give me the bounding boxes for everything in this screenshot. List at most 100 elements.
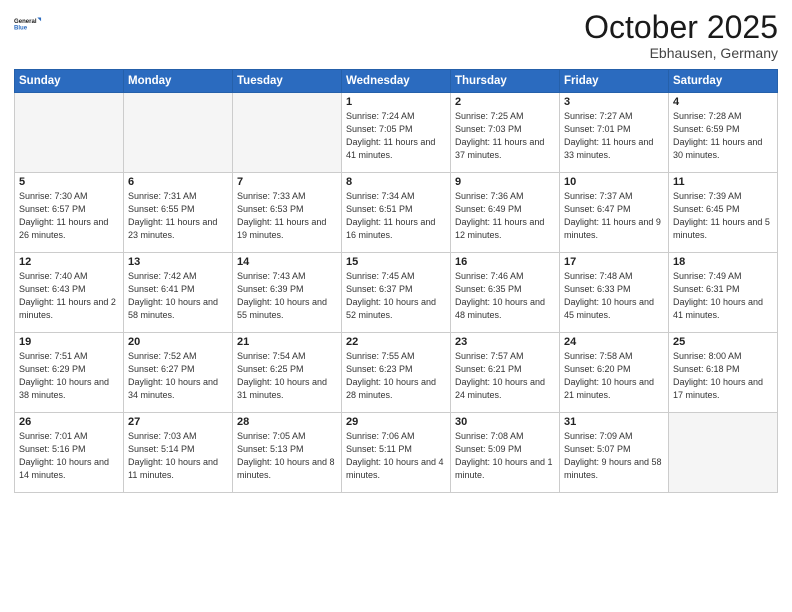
- day-number-9: 9: [455, 176, 555, 188]
- day-number-7: 7: [237, 176, 337, 188]
- cell-w5-d7: [669, 413, 778, 493]
- day-number-5: 5: [19, 176, 119, 188]
- page: GeneralBlue October 2025 Ebhausen, Germa…: [0, 0, 792, 612]
- day-number-16: 16: [455, 256, 555, 268]
- day-info-31: Sunrise: 7:09 AM Sunset: 5:07 PM Dayligh…: [564, 430, 664, 482]
- day-number-24: 24: [564, 336, 664, 348]
- day-info-4: Sunrise: 7:28 AM Sunset: 6:59 PM Dayligh…: [673, 110, 773, 162]
- location: Ebhausen, Germany: [584, 45, 778, 61]
- day-info-1: Sunrise: 7:24 AM Sunset: 7:05 PM Dayligh…: [346, 110, 446, 162]
- cell-w3-d5: 16 Sunrise: 7:46 AM Sunset: 6:35 PM Dayli…: [451, 253, 560, 333]
- cell-w2-d6: 10 Sunrise: 7:37 AM Sunset: 6:47 PM Dayli…: [560, 173, 669, 253]
- cell-w4-d5: 23 Sunrise: 7:57 AM Sunset: 6:21 PM Dayli…: [451, 333, 560, 413]
- day-info-6: Sunrise: 7:31 AM Sunset: 6:55 PM Dayligh…: [128, 190, 228, 242]
- day-info-21: Sunrise: 7:54 AM Sunset: 6:25 PM Dayligh…: [237, 350, 337, 402]
- day-number-3: 3: [564, 96, 664, 108]
- day-number-18: 18: [673, 256, 773, 268]
- day-info-19: Sunrise: 7:51 AM Sunset: 6:29 PM Dayligh…: [19, 350, 119, 402]
- day-info-27: Sunrise: 7:03 AM Sunset: 5:14 PM Dayligh…: [128, 430, 228, 482]
- week-row-4: 19 Sunrise: 7:51 AM Sunset: 6:29 PM Dayli…: [15, 333, 778, 413]
- cell-w2-d4: 8 Sunrise: 7:34 AM Sunset: 6:51 PM Daylig…: [342, 173, 451, 253]
- cell-w4-d3: 21Sunrise: 7:54 AM Sunset: 6:25 PM Dayli…: [233, 333, 342, 413]
- day-info-10: Sunrise: 7:37 AM Sunset: 6:47 PM Dayligh…: [564, 190, 664, 242]
- day-info-8: Sunrise: 7:34 AM Sunset: 6:51 PM Dayligh…: [346, 190, 446, 242]
- cell-w3-d6: 17Sunrise: 7:48 AM Sunset: 6:33 PM Dayli…: [560, 253, 669, 333]
- day-number-8: 8: [346, 176, 446, 188]
- day-info-29: Sunrise: 7:06 AM Sunset: 5:11 PM Dayligh…: [346, 430, 446, 482]
- day-info-30: Sunrise: 7:08 AM Sunset: 5:09 PM Dayligh…: [455, 430, 555, 482]
- cell-w2-d7: 11Sunrise: 7:39 AM Sunset: 6:45 PM Dayli…: [669, 173, 778, 253]
- header-friday: Friday: [560, 70, 669, 93]
- day-number-1: 1: [346, 96, 446, 108]
- day-info-28: Sunrise: 7:05 AM Sunset: 5:13 PM Dayligh…: [237, 430, 337, 482]
- header-thursday: Thursday: [451, 70, 560, 93]
- logo: GeneralBlue: [14, 10, 42, 38]
- day-info-26: Sunrise: 7:01 AM Sunset: 5:16 PM Dayligh…: [19, 430, 119, 482]
- header-monday: Monday: [124, 70, 233, 93]
- cell-w5-d4: 29 Sunrise: 7:06 AM Sunset: 5:11 PM Dayli…: [342, 413, 451, 493]
- cell-w3-d7: 18 Sunrise: 7:49 AM Sunset: 6:31 PM Dayli…: [669, 253, 778, 333]
- cell-w1-d2: [124, 93, 233, 173]
- day-info-13: Sunrise: 7:42 AM Sunset: 6:41 PM Dayligh…: [128, 270, 228, 322]
- day-number-31: 31: [564, 416, 664, 428]
- cell-w1-d4: 1 Sunrise: 7:24 AM Sunset: 7:05 PM Daylig…: [342, 93, 451, 173]
- header-sunday: Sunday: [15, 70, 124, 93]
- header-saturday: Saturday: [669, 70, 778, 93]
- day-number-30: 30: [455, 416, 555, 428]
- svg-text:General: General: [14, 19, 37, 25]
- day-info-9: Sunrise: 7:36 AM Sunset: 6:49 PM Dayligh…: [455, 190, 555, 242]
- cell-w3-d4: 15 Sunrise: 7:45 AM Sunset: 6:37 PM Dayli…: [342, 253, 451, 333]
- day-number-20: 20: [128, 336, 228, 348]
- day-info-24: Sunrise: 7:58 AM Sunset: 6:20 PM Dayligh…: [564, 350, 664, 402]
- cell-w2-d2: 6 Sunrise: 7:31 AM Sunset: 6:55 PM Daylig…: [124, 173, 233, 253]
- day-number-26: 26: [19, 416, 119, 428]
- calendar-table: Sunday Monday Tuesday Wednesday Thursday…: [14, 69, 778, 493]
- cell-w2-d3: 7 Sunrise: 7:33 AM Sunset: 6:53 PM Daylig…: [233, 173, 342, 253]
- day-number-6: 6: [128, 176, 228, 188]
- day-info-23: Sunrise: 7:57 AM Sunset: 6:21 PM Dayligh…: [455, 350, 555, 402]
- header-wednesday: Wednesday: [342, 70, 451, 93]
- svg-text:Blue: Blue: [14, 26, 28, 32]
- cell-w4-d2: 20 Sunrise: 7:52 AM Sunset: 6:27 PM Dayli…: [124, 333, 233, 413]
- week-row-5: 26 Sunrise: 7:01 AM Sunset: 5:16 PM Dayli…: [15, 413, 778, 493]
- cell-w3-d2: 13 Sunrise: 7:42 AM Sunset: 6:41 PM Dayli…: [124, 253, 233, 333]
- day-number-4: 4: [673, 96, 773, 108]
- cell-w4-d6: 24 Sunrise: 7:58 AM Sunset: 6:20 PM Dayli…: [560, 333, 669, 413]
- cell-w1-d1: [15, 93, 124, 173]
- cell-w5-d3: 28Sunrise: 7:05 AM Sunset: 5:13 PM Dayli…: [233, 413, 342, 493]
- day-info-2: Sunrise: 7:25 AM Sunset: 7:03 PM Dayligh…: [455, 110, 555, 162]
- day-info-16: Sunrise: 7:46 AM Sunset: 6:35 PM Dayligh…: [455, 270, 555, 322]
- day-info-18: Sunrise: 7:49 AM Sunset: 6:31 PM Dayligh…: [673, 270, 773, 322]
- cell-w1-d6: 3Sunrise: 7:27 AM Sunset: 7:01 PM Daylig…: [560, 93, 669, 173]
- day-number-12: 12: [19, 256, 119, 268]
- day-number-19: 19: [19, 336, 119, 348]
- day-info-14: Sunrise: 7:43 AM Sunset: 6:39 PM Dayligh…: [237, 270, 337, 322]
- day-number-14: 14: [237, 256, 337, 268]
- title-block: October 2025 Ebhausen, Germany: [584, 10, 778, 61]
- day-number-15: 15: [346, 256, 446, 268]
- day-info-11: Sunrise: 7:39 AM Sunset: 6:45 PM Dayligh…: [673, 190, 773, 242]
- cell-w1-d5: 2 Sunrise: 7:25 AM Sunset: 7:03 PM Daylig…: [451, 93, 560, 173]
- cell-w1-d3: [233, 93, 342, 173]
- day-number-17: 17: [564, 256, 664, 268]
- cell-w1-d7: 4 Sunrise: 7:28 AM Sunset: 6:59 PM Daylig…: [669, 93, 778, 173]
- cell-w3-d1: 12 Sunrise: 7:40 AM Sunset: 6:43 PM Dayli…: [15, 253, 124, 333]
- cell-w4-d1: 19 Sunrise: 7:51 AM Sunset: 6:29 PM Dayli…: [15, 333, 124, 413]
- week-row-3: 12 Sunrise: 7:40 AM Sunset: 6:43 PM Dayli…: [15, 253, 778, 333]
- day-info-15: Sunrise: 7:45 AM Sunset: 6:37 PM Dayligh…: [346, 270, 446, 322]
- day-info-20: Sunrise: 7:52 AM Sunset: 6:27 PM Dayligh…: [128, 350, 228, 402]
- day-info-7: Sunrise: 7:33 AM Sunset: 6:53 PM Dayligh…: [237, 190, 337, 242]
- day-number-23: 23: [455, 336, 555, 348]
- day-info-22: Sunrise: 7:55 AM Sunset: 6:23 PM Dayligh…: [346, 350, 446, 402]
- cell-w4-d4: 22 Sunrise: 7:55 AM Sunset: 6:23 PM Dayli…: [342, 333, 451, 413]
- day-number-13: 13: [128, 256, 228, 268]
- day-number-29: 29: [346, 416, 446, 428]
- day-number-22: 22: [346, 336, 446, 348]
- day-number-10: 10: [564, 176, 664, 188]
- cell-w3-d3: 14 Sunrise: 7:43 AM Sunset: 6:39 PM Dayli…: [233, 253, 342, 333]
- day-number-27: 27: [128, 416, 228, 428]
- day-number-2: 2: [455, 96, 555, 108]
- cell-w5-d1: 26 Sunrise: 7:01 AM Sunset: 5:16 PM Dayli…: [15, 413, 124, 493]
- day-info-12: Sunrise: 7:40 AM Sunset: 6:43 PM Dayligh…: [19, 270, 119, 322]
- header: GeneralBlue October 2025 Ebhausen, Germa…: [14, 10, 778, 61]
